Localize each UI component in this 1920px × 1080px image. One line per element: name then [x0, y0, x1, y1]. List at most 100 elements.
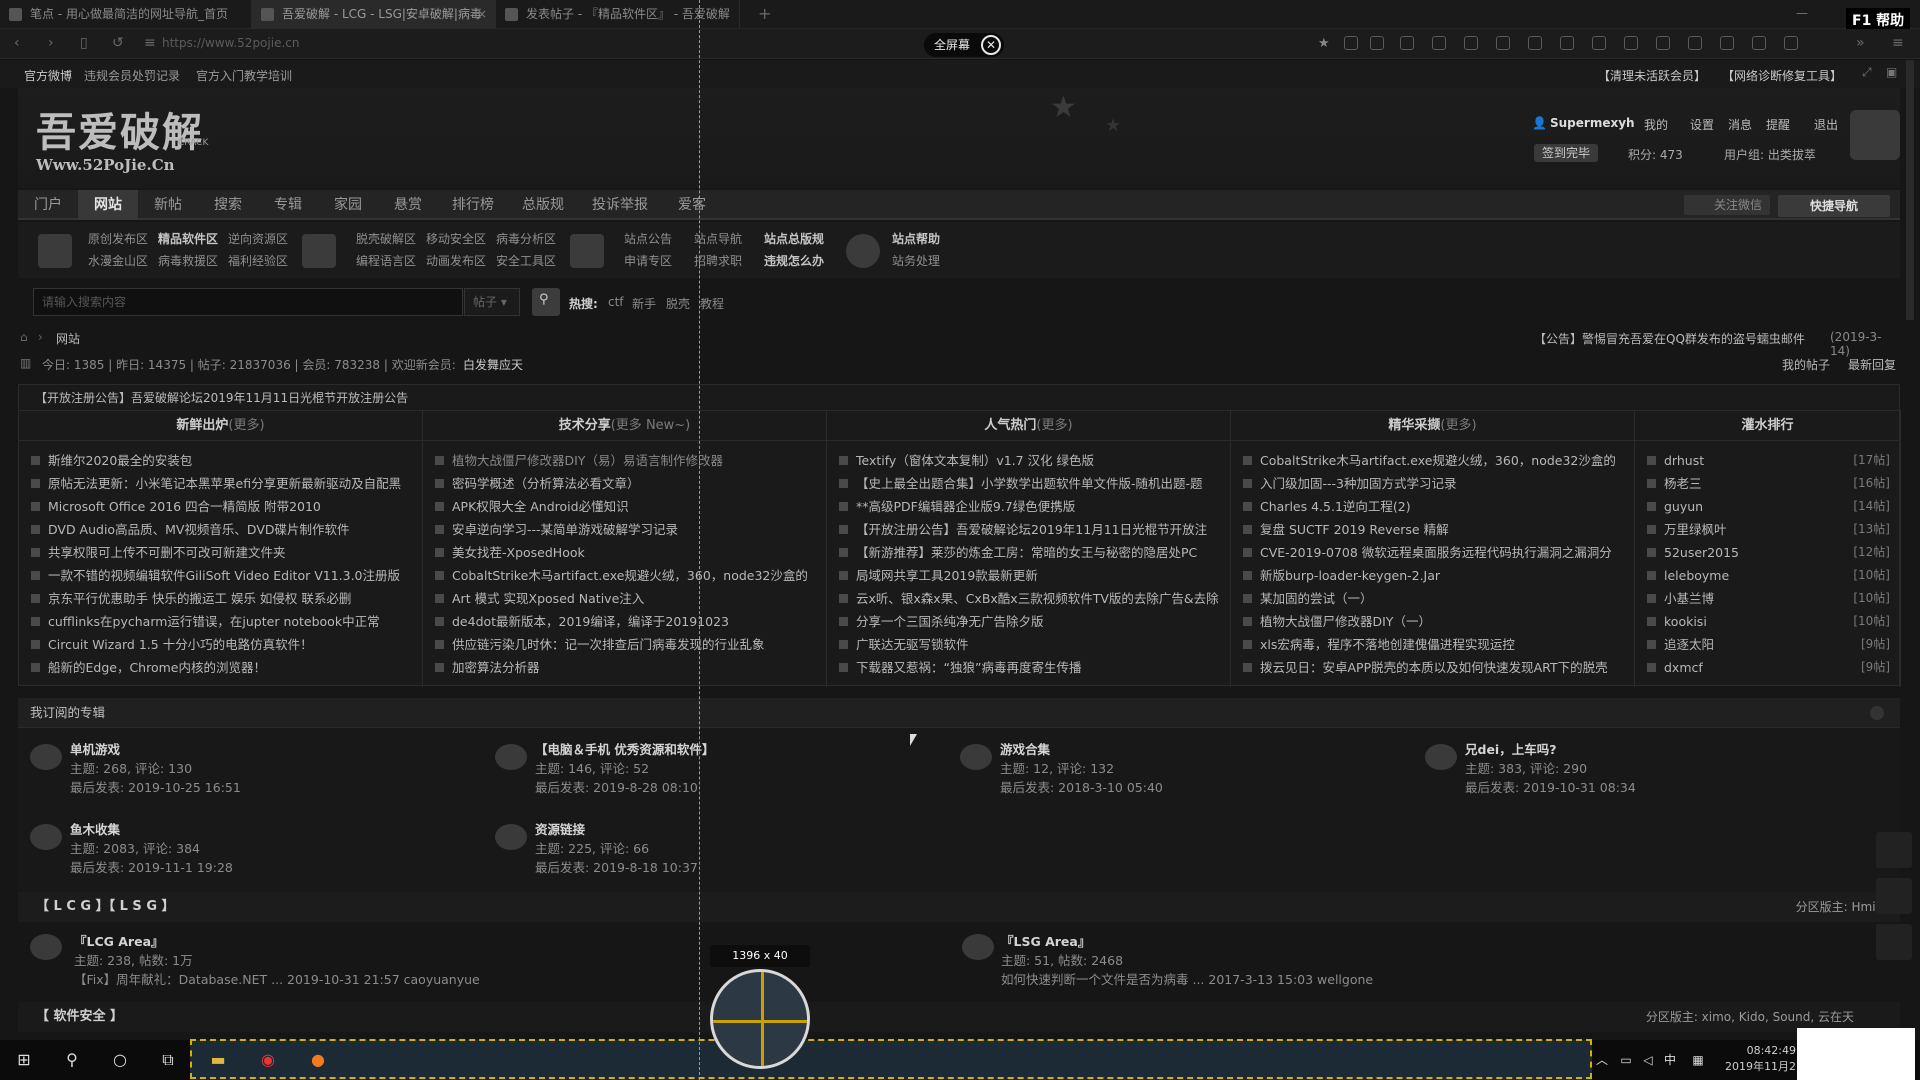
- nav-bounty[interactable]: 悬赏: [378, 190, 438, 220]
- thread-link[interactable]: 美女找茬-XposedHook: [435, 541, 819, 564]
- grid-icon[interactable]: [1784, 36, 1798, 50]
- forum-title[interactable]: 『LCG Area』: [74, 932, 480, 951]
- lcg-moderator[interactable]: 分区版主: Hmily: [1796, 892, 1886, 922]
- nav-rules[interactable]: 总版规: [508, 190, 578, 220]
- extension-icon[interactable]: [1464, 36, 1478, 50]
- thread-link[interactable]: 原帖无法更新：小米笔记本黑苹果efi分享更新最新驱动及自配黑: [31, 472, 415, 495]
- user-group[interactable]: 用户组: 出类拔萃: [1724, 146, 1816, 163]
- home-icon[interactable]: ⌂: [20, 330, 28, 344]
- subnav-link[interactable]: 站点帮助: [892, 230, 940, 247]
- subnav-link[interactable]: 申请专区: [624, 252, 672, 269]
- subnav-link[interactable]: 逆向资源区: [228, 230, 288, 247]
- breadcrumb-current[interactable]: 网站: [56, 330, 80, 347]
- thread-link[interactable]: CVE-2019-0708 微软远程桌面服务远程代码执行漏洞之漏洞分: [1243, 541, 1627, 564]
- thread-link[interactable]: 一款不错的视频编辑软件GiliSoft Video Editor V11.3.0…: [31, 564, 415, 587]
- thread-link[interactable]: 某加固的尝试（一）: [1243, 587, 1627, 610]
- refresh-toolbar-icon[interactable]: [1344, 36, 1358, 50]
- column-header[interactable]: 精华采撷(更多): [1231, 411, 1634, 441]
- subnav-link[interactable]: 原创发布区: [88, 230, 148, 247]
- thread-link[interactable]: 【开放注册公告】吾爱破解论坛2019年11月11日光棍节开放注: [839, 518, 1223, 541]
- thread-link[interactable]: 【新游推荐】莱莎的炼金工房：常暗的女王与秘密的隐居处PC: [839, 541, 1223, 564]
- column-more-link[interactable]: (更多): [228, 418, 264, 433]
- user-icon[interactable]: [1592, 36, 1606, 50]
- album-title[interactable]: 单机游戏: [70, 740, 241, 759]
- subnav-link[interactable]: 站点公告: [624, 230, 672, 247]
- subnav-link[interactable]: 站点导航: [694, 230, 742, 247]
- grid-announcement[interactable]: 【开放注册公告】吾爱破解论坛2019年11月11日光棍节开放注册公告: [19, 385, 1901, 411]
- thread-link[interactable]: Circuit Wizard 1.5 十分小巧的电路仿真软件！: [31, 633, 415, 656]
- search-icon[interactable]: ⚲: [60, 1048, 84, 1072]
- cortana-icon[interactable]: ○: [108, 1048, 132, 1072]
- thread-link[interactable]: APK权限大全 Android必懂知识: [435, 495, 819, 518]
- search-input[interactable]: 请输入搜索内容: [33, 288, 463, 316]
- repair-tool-link[interactable]: 【网络诊断修复工具】: [1722, 67, 1842, 84]
- side-wechat-icon[interactable]: [1876, 878, 1912, 914]
- subnav-link[interactable]: 动画发布区: [426, 252, 486, 269]
- translate-icon[interactable]: [1688, 36, 1702, 50]
- volume-icon[interactable]: ◁: [1636, 1048, 1660, 1072]
- new-member-link[interactable]: 白发舞应天: [463, 356, 523, 373]
- exit-fullscreen-icon[interactable]: ✕: [981, 35, 1002, 55]
- user-menu-logout[interactable]: 退出: [1814, 116, 1838, 133]
- thread-link[interactable]: 拨云见日：安卓APP脱壳的本质以及如何快速发现ART下的脱壳: [1243, 656, 1627, 679]
- taskbar-clock[interactable]: 08:42:49 2019年11月2: [1712, 1043, 1796, 1075]
- site-logo[interactable]: 吾爱破解 Www.52PoJie.Cn: [36, 100, 204, 174]
- task-view-icon[interactable]: ⧉: [156, 1048, 180, 1072]
- subnav-link[interactable]: 精品软件区: [158, 230, 218, 247]
- star-icon[interactable]: ★: [1318, 36, 1332, 51]
- thread-link[interactable]: 斯维尔2020最全的安装包: [31, 449, 415, 472]
- video-icon[interactable]: [1720, 36, 1734, 50]
- thread-link[interactable]: 入门级加固---3种加固方式学习记录: [1243, 472, 1627, 495]
- network-icon[interactable]: ▭: [1614, 1048, 1638, 1072]
- thread-link[interactable]: Textify（窗体文本复制）v1.7 汉化 绿色版: [839, 449, 1223, 472]
- thread-link[interactable]: 广联达无驱写锁软件: [839, 633, 1223, 656]
- thread-link[interactable]: cufflinks在pycharm运行错误，在jupter notebook中正…: [31, 610, 415, 633]
- column-header[interactable]: 人气热门(更多): [827, 411, 1230, 441]
- thread-link[interactable]: 分享一个三国杀纯净无广告除夕版: [839, 610, 1223, 633]
- subnav-link[interactable]: 病毒分析区: [496, 230, 556, 247]
- thread-link[interactable]: 密码学概述（分析算法必看文章）: [435, 472, 819, 495]
- quick-nav-button[interactable]: 快捷导航: [1778, 195, 1890, 217]
- collapse-icon[interactable]: ⤢: [1862, 65, 1872, 80]
- weibo-link[interactable]: 官方微博: [24, 67, 72, 84]
- fullscreen-badge[interactable]: 全屏幕 ✕: [924, 33, 1005, 57]
- subnav-link[interactable]: 违规怎么办: [764, 252, 824, 269]
- thread-link[interactable]: de4dot最新版本，2019编译，编译于20191023: [435, 610, 819, 633]
- latest-replies-link[interactable]: 最新回复: [1848, 356, 1896, 373]
- subnav-link[interactable]: 站点总版规: [764, 230, 824, 247]
- nav-site[interactable]: 网站: [78, 190, 138, 220]
- subnav-link[interactable]: 招聘求职: [694, 252, 742, 269]
- more-arrows-icon[interactable]: »: [1856, 35, 1865, 51]
- subnav-link[interactable]: 病毒救援区: [158, 252, 218, 269]
- browser-tab[interactable]: 发表帖子 - 『精品软件区』 - 吾爱破解: [496, 0, 740, 29]
- thread-link[interactable]: xls宏病毒，程序不落地创建傀儡进程实现运控: [1243, 633, 1627, 656]
- windows-start-icon[interactable]: ⊞: [12, 1048, 36, 1072]
- nav-home[interactable]: 家园: [318, 190, 378, 220]
- clipboard-icon[interactable]: [1624, 36, 1638, 50]
- album-title[interactable]: 游戏合集: [1000, 740, 1163, 759]
- browser-tab-active[interactable]: 吾爱破解 - LCG - LSG|安卓破解|病毒 ×: [252, 0, 496, 29]
- user-menu-alerts[interactable]: 提醒: [1766, 116, 1790, 133]
- close-tab-icon[interactable]: ×: [477, 0, 487, 29]
- thread-link[interactable]: dxmcf: [1647, 656, 1893, 679]
- username-link[interactable]: Supermexyh: [1550, 116, 1635, 130]
- album-title[interactable]: 资源链接: [535, 820, 698, 839]
- forum-title[interactable]: 『LSG Area』: [1001, 932, 1373, 951]
- album-title[interactable]: 兄dei，上车吗?: [1465, 740, 1636, 759]
- thread-link[interactable]: 复盘 SUCTF 2019 Reverse 精解: [1243, 518, 1627, 541]
- thread-link[interactable]: 供应链污染几时休：记一次排查后门病毒发现的行业乱象: [435, 633, 819, 656]
- thread-link[interactable]: 安卓逆向学习---某简单游戏破解学习记录: [435, 518, 819, 541]
- thread-link[interactable]: 船新的Edge，Chrome内核的浏览器！: [31, 656, 415, 679]
- nav-new-posts[interactable]: 新帖: [138, 190, 198, 220]
- thread-link[interactable]: CobaltStrike木马artifact.exe规避火绒，360，node3…: [435, 564, 819, 587]
- hot-search-link[interactable]: 脱壳: [666, 295, 690, 312]
- window-toggle-icon[interactable]: ▣: [1886, 65, 1897, 79]
- thread-link[interactable]: Art 模式 实现Xposed Native注入: [435, 587, 819, 610]
- column-header[interactable]: 新鲜出炉(更多): [19, 411, 422, 441]
- thread-link[interactable]: CobaltStrike木马artifact.exe规避火绒，360，node3…: [1243, 449, 1627, 472]
- subnav-link[interactable]: 移动安全区: [426, 230, 486, 247]
- column-header[interactable]: 技术分享(更多 New~): [423, 411, 826, 441]
- search-button[interactable]: ⚲: [532, 288, 560, 316]
- thread-link[interactable]: Charles 4.5.1逆向工程(2): [1243, 495, 1627, 518]
- hot-search-link[interactable]: ctf: [608, 295, 624, 309]
